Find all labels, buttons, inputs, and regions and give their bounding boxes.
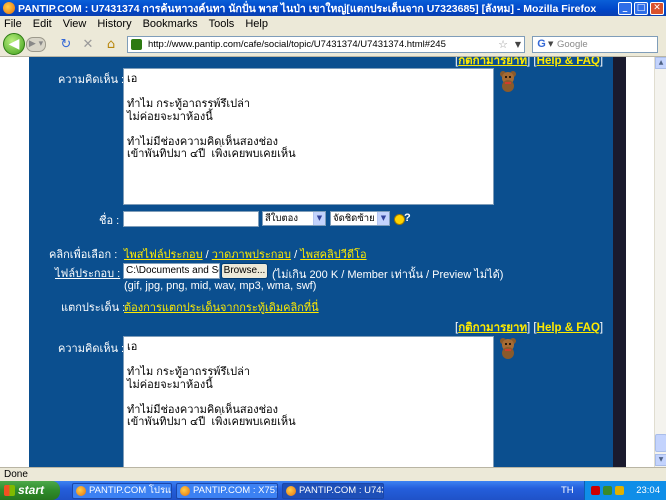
align-select[interactable]: จัดชิดซ้าย ▼ bbox=[330, 211, 390, 226]
page-content: [กติกามารยาท] [Help & FAQ] ความคิดเห็น :… bbox=[0, 57, 654, 467]
taskbar-item-1[interactable]: PANTIP.COM โปรแกรม... bbox=[72, 483, 172, 499]
language-indicator[interactable]: TH bbox=[561, 481, 574, 500]
file-path-input[interactable]: C:\Documents and Setti bbox=[123, 263, 220, 279]
branch-label: แตกประเด็น : bbox=[61, 302, 126, 314]
firefox-icon bbox=[76, 486, 86, 496]
windows-logo-icon bbox=[4, 485, 15, 496]
rules-link[interactable]: กติกามารยาท bbox=[458, 322, 527, 334]
help-question-mark[interactable]: ? bbox=[404, 212, 411, 224]
chevron-down-icon: ▼ bbox=[377, 212, 389, 225]
url-bar[interactable]: http://www.pantip.com/cafe/social/topic/… bbox=[127, 36, 525, 53]
scroll-up-icon[interactable]: ▲ bbox=[655, 57, 666, 69]
help-links-bottom: [กติกามารยาท] [Help & FAQ] bbox=[455, 322, 604, 334]
menu-history[interactable]: History bbox=[97, 18, 131, 30]
search-placeholder: Google bbox=[557, 39, 588, 50]
stop-icon[interactable]: ✕ bbox=[80, 37, 96, 53]
start-label: start bbox=[18, 483, 45, 497]
forward-button[interactable]: ▶ ▾ bbox=[26, 37, 46, 52]
menu-tools[interactable]: Tools bbox=[209, 18, 235, 30]
google-icon[interactable]: G bbox=[535, 38, 548, 51]
rules-link[interactable]: กติกามารยาท bbox=[458, 57, 527, 67]
teddy-bear-icon[interactable] bbox=[498, 337, 518, 359]
start-button[interactable]: start bbox=[0, 481, 60, 500]
firefox-icon bbox=[3, 2, 15, 14]
insert-clip-link[interactable]: ไพสคลิปวีดีโอ bbox=[300, 249, 366, 261]
help-faq-link[interactable]: Help & FAQ bbox=[537, 322, 600, 334]
menu-bookmarks[interactable]: Bookmarks bbox=[143, 18, 198, 30]
menu-file[interactable]: File bbox=[4, 18, 22, 30]
taskbar-item-2[interactable]: PANTIP.COM : X7573... bbox=[176, 483, 278, 499]
align-select-value: จัดชิดซ้าย bbox=[333, 213, 375, 224]
firefox-icon bbox=[286, 486, 296, 496]
branch-link[interactable]: ต้องการแตกประเด็นจากกระทู้เดิมคลิกที่นี่ bbox=[124, 298, 319, 316]
url-text: http://www.pantip.com/cafe/social/topic/… bbox=[148, 39, 446, 50]
scroll-down-icon[interactable]: ▼ bbox=[655, 454, 666, 466]
menu-bar: File Edit View History Bookmarks Tools H… bbox=[0, 16, 666, 31]
site-favicon-icon bbox=[131, 39, 142, 50]
window-title-bar[interactable]: PANTIP.COM : U7431374 การค้นหาวงค์นทา นั… bbox=[0, 0, 666, 16]
menu-view[interactable]: View bbox=[63, 18, 87, 30]
windows-taskbar: start PANTIP.COM โปรแกรม... PANTIP.COM :… bbox=[0, 481, 666, 500]
maximize-button[interactable]: □ bbox=[634, 1, 648, 15]
url-dropdown-icon[interactable]: ▼ bbox=[515, 37, 521, 52]
taskbar-item-3[interactable]: PANTIP.COM : U7431... bbox=[282, 483, 384, 499]
name-input[interactable] bbox=[123, 211, 259, 227]
browse-button[interactable]: Browse... bbox=[221, 263, 268, 279]
tray-antivirus-icon[interactable] bbox=[591, 486, 600, 495]
comment-textarea[interactable]: เอ ทำไม กระทู้อาถรรพ์รึเปล่า ไม่ค่อยจะมา… bbox=[123, 68, 494, 205]
scroll-thumb[interactable] bbox=[655, 434, 666, 452]
insert-file-link[interactable]: ไพสไฟล์ประกอบ bbox=[124, 249, 203, 261]
navigation-toolbar: ◀ ▶ ▾ ↻ ✕ ⌂ http://www.pantip.com/cafe/s… bbox=[0, 31, 666, 57]
minimize-button[interactable]: _ bbox=[618, 1, 632, 15]
taskbar-item-label: PANTIP.COM โปรแกรม... bbox=[89, 485, 172, 496]
teddy-bear-icon[interactable] bbox=[498, 70, 518, 92]
insert-links: ไพสไฟล์ประกอบ / วาดภาพประกอบ / ไพสคลิปวี… bbox=[124, 249, 367, 261]
taskbar-item-label: PANTIP.COM : X7573... bbox=[193, 485, 277, 496]
name-label: ชื่อ : bbox=[99, 215, 120, 227]
home-icon[interactable]: ⌂ bbox=[103, 37, 119, 53]
status-text: Done bbox=[4, 469, 28, 480]
click-select-label: คลิกเพื่อเลือก : bbox=[49, 249, 118, 261]
color-select-value: สีใบตอง bbox=[265, 213, 298, 224]
color-select[interactable]: สีใบตอง ▼ bbox=[262, 211, 326, 226]
vertical-scrollbar[interactable]: ▲ ▼ bbox=[654, 57, 666, 467]
close-button[interactable]: ✕ bbox=[650, 1, 664, 15]
taskbar-item-label: PANTIP.COM : U7431... bbox=[299, 485, 383, 496]
menu-help[interactable]: Help bbox=[245, 18, 268, 30]
search-box[interactable]: G ▼ Google bbox=[532, 36, 658, 53]
menu-edit[interactable]: Edit bbox=[33, 18, 52, 30]
tray-network-icon[interactable] bbox=[603, 486, 612, 495]
bookmark-star-icon[interactable]: ☆ bbox=[498, 37, 508, 52]
right-margin bbox=[626, 57, 654, 467]
back-button[interactable]: ◀ bbox=[3, 33, 25, 55]
file-types: (gif, jpg, png, mid, wav, mp3, wma, swf) bbox=[124, 280, 317, 292]
attach-label: ไฟล์ประกอบ : bbox=[55, 268, 121, 280]
window-title: PANTIP.COM : U7431374 การค้นหาวงค์นทา นั… bbox=[18, 2, 597, 15]
comment-label: ความคิดเห็น : bbox=[58, 74, 125, 86]
chevron-down-icon: ▼ bbox=[313, 212, 325, 225]
reload-icon[interactable]: ↻ bbox=[58, 37, 74, 53]
help-faq-link[interactable]: Help & FAQ bbox=[537, 57, 600, 67]
dark-border-strip bbox=[613, 57, 626, 467]
status-bar: Done bbox=[0, 467, 666, 481]
search-engine-dropdown-icon[interactable]: ▼ bbox=[548, 37, 553, 52]
clock: 23:04 bbox=[636, 485, 660, 496]
draw-image-link[interactable]: วาดภาพประกอบ bbox=[212, 249, 291, 261]
firefox-icon bbox=[180, 486, 190, 496]
comment-textarea-2[interactable]: เอ ทำไม กระทู้อาถรรพ์รึเปล่า ไม่ค่อยจะมา… bbox=[123, 336, 494, 467]
comment-label-2: ความคิดเห็น : bbox=[58, 343, 125, 355]
tray-volume-icon[interactable] bbox=[615, 486, 624, 495]
system-tray: TH 23:04 bbox=[561, 481, 666, 500]
